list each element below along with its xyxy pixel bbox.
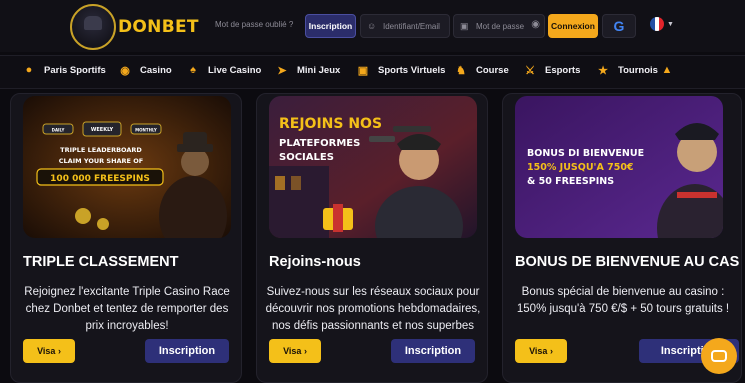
basketball-icon: ● — [25, 64, 33, 76]
horse-icon: ♞ — [456, 65, 466, 77]
nav-item-live-casino[interactable]: ♠ Live Casino — [186, 64, 261, 76]
nav-item-esports[interactable]: ⚔ Esports — [523, 64, 580, 77]
nav-item-paris-sportifs[interactable]: ● Paris Sportifs — [22, 64, 106, 76]
chat-bubble-icon — [711, 350, 727, 362]
nav-label: Esports — [545, 65, 581, 76]
banner-line-1: TRIPLE LEADERBOARD — [60, 146, 142, 154]
nav-item-course[interactable]: ♞ Course — [454, 64, 509, 77]
nav-label: Paris Sportifs — [44, 64, 106, 76]
desc-line: découvrir nos promotions hebdomadaires, — [265, 303, 481, 315]
desc-line: Bonus spécial de bienvenue au casino : — [521, 286, 725, 298]
nav-item-mini-jeux[interactable]: ➤ Mini Jeux — [275, 64, 340, 77]
banner-line-1: BONUS DI BIENVENUE — [527, 148, 644, 159]
desc-line: Rejoignez l'excitante Triple Casino Race — [24, 286, 230, 298]
nav-item-casino[interactable]: ◉ Casino — [118, 64, 172, 77]
card-title: BONUS DE BIENVENUE AU CAS — [515, 254, 740, 270]
gamepad-icon: ▣ — [357, 65, 369, 77]
username-placeholder: Identifiant/Email — [383, 21, 440, 31]
brand-logo[interactable]: DONBET — [70, 4, 199, 50]
trophy-icon: ★ — [598, 65, 608, 77]
top-header: DONBET Mot de passe oublié ? Inscription… — [0, 0, 745, 52]
card-register-button[interactable]: Inscription — [391, 339, 475, 363]
login-button[interactable]: Connexion — [548, 14, 598, 38]
banner-line-3: SOCIALES — [279, 152, 334, 163]
password-placeholder: Mot de passe — [476, 21, 525, 31]
banner-line-2: PLATEFORMES — [279, 138, 360, 149]
desc-line: prix incroyables! — [85, 320, 169, 332]
banner-line-2: 150% JUSQU'A 750€ — [527, 162, 634, 173]
card-description: Suivez-nous sur les réseaux sociaux pour… — [263, 284, 483, 335]
visa-label: Visa — [37, 346, 56, 356]
rocket-icon: ➤ — [277, 65, 287, 77]
more-menu[interactable]: ▲ — [660, 64, 682, 76]
nav-label: Tournois — [618, 65, 658, 76]
banner-line-3: 100 000 FREESPINS — [50, 174, 150, 184]
banner-tag-monthly: MONTHLY — [135, 128, 157, 133]
username-field[interactable]: ☺ Identifiant/Email — [360, 14, 450, 38]
chevron-right-icon: › — [303, 346, 307, 356]
banner-line-1: REJOINS NOS — [279, 116, 382, 132]
live-chat-button[interactable] — [701, 338, 737, 374]
main-navigation: ● Paris Sportifs ◉ Casino ♠ Live Casino … — [0, 55, 745, 89]
promo-banner-leaderboard[interactable]: DAILY WEEKLY MONTHLY TRIPLE LEADERBOARD … — [23, 96, 231, 238]
google-login-button[interactable]: G — [602, 14, 636, 38]
desc-line: Suivez-nous sur les réseaux sociaux pour — [266, 286, 480, 298]
nav-label: Mini Jeux — [297, 65, 341, 76]
spade-icon: ♠ — [190, 64, 196, 76]
banner-tag-daily: DAILY — [52, 128, 65, 133]
mascot-logo-icon — [70, 4, 116, 50]
card-description: Bonus spécial de bienvenue au casino : 1… — [507, 284, 739, 318]
desc-line: 150% jusqu'à 750 €/$ + 50 tours gratuits… — [516, 303, 730, 315]
france-flag-icon — [650, 17, 664, 31]
nav-label: Casino — [140, 65, 172, 76]
password-field[interactable]: ▣ Mot de passe ◉ — [453, 14, 545, 38]
nav-item-sports-virtuels[interactable]: ▣ Sports Virtuels — [356, 64, 446, 77]
soldier-icon: ⚔ — [525, 65, 535, 77]
brand-name: DONBET — [118, 17, 199, 37]
card-title: TRIPLE CLASSEMENT — [23, 254, 179, 270]
visa-button[interactable]: Visa › — [269, 339, 321, 363]
chevron-right-icon: › — [57, 346, 61, 356]
banner-line-2: CLAIM YOUR SHARE OF — [59, 157, 143, 165]
money-bag-icon: ◉ — [120, 65, 130, 77]
fire-icon: ▲ — [661, 64, 673, 76]
google-icon: G — [613, 18, 625, 34]
desc-line: nos défis passionnants et nos superbes — [271, 320, 475, 332]
banner-tag-weekly: WEEKLY — [91, 127, 114, 133]
promo-banner-social[interactable]: REJOINS NOS PLATEFORMES SOCIALES — [269, 96, 477, 238]
register-button[interactable]: Inscription — [305, 14, 356, 38]
chevron-right-icon: › — [549, 346, 553, 356]
promo-card-rejoins-nous: REJOINS NOS PLATEFORMES SOCIALES Rejoins… — [256, 93, 488, 383]
nav-label: Live Casino — [208, 64, 262, 76]
eye-icon[interactable]: ◉ — [531, 19, 540, 30]
visa-button[interactable]: Visa › — [515, 339, 567, 363]
promo-banner-welcome-bonus[interactable]: BONUS DI BIENVENUE 150% JUSQU'A 750€ & 5… — [515, 96, 723, 238]
nav-label: Sports Virtuels — [378, 65, 446, 76]
card-register-button[interactable]: Inscription — [145, 339, 229, 363]
language-selector[interactable]: ▼ — [650, 17, 674, 31]
visa-button[interactable]: Visa › — [23, 339, 75, 363]
card-title: Rejoins-nous — [269, 254, 361, 270]
nav-label: Course — [476, 65, 509, 76]
promo-card-triple-classement: DAILY WEEKLY MONTHLY TRIPLE LEADERBOARD … — [10, 93, 242, 383]
visa-label: Visa — [529, 346, 548, 356]
nav-item-tournois[interactable]: ★ Tournois — [596, 64, 658, 77]
banner-line-3: & 50 FREESPINS — [527, 176, 614, 187]
lock-icon: ▣ — [460, 20, 469, 31]
card-description: Rejoignez l'excitante Triple Casino Race… — [17, 284, 237, 335]
promo-card-bonus-bienvenue: BONUS DI BIENVENUE 150% JUSQU'A 750€ & 5… — [502, 93, 742, 383]
visa-label: Visa — [283, 346, 302, 356]
desc-line: chez Donbet et tentez de remporter des — [25, 303, 229, 315]
forgot-password-link[interactable]: Mot de passe oublié ? — [215, 20, 293, 29]
user-icon: ☺ — [367, 21, 377, 31]
chevron-down-icon: ▼ — [667, 20, 674, 28]
